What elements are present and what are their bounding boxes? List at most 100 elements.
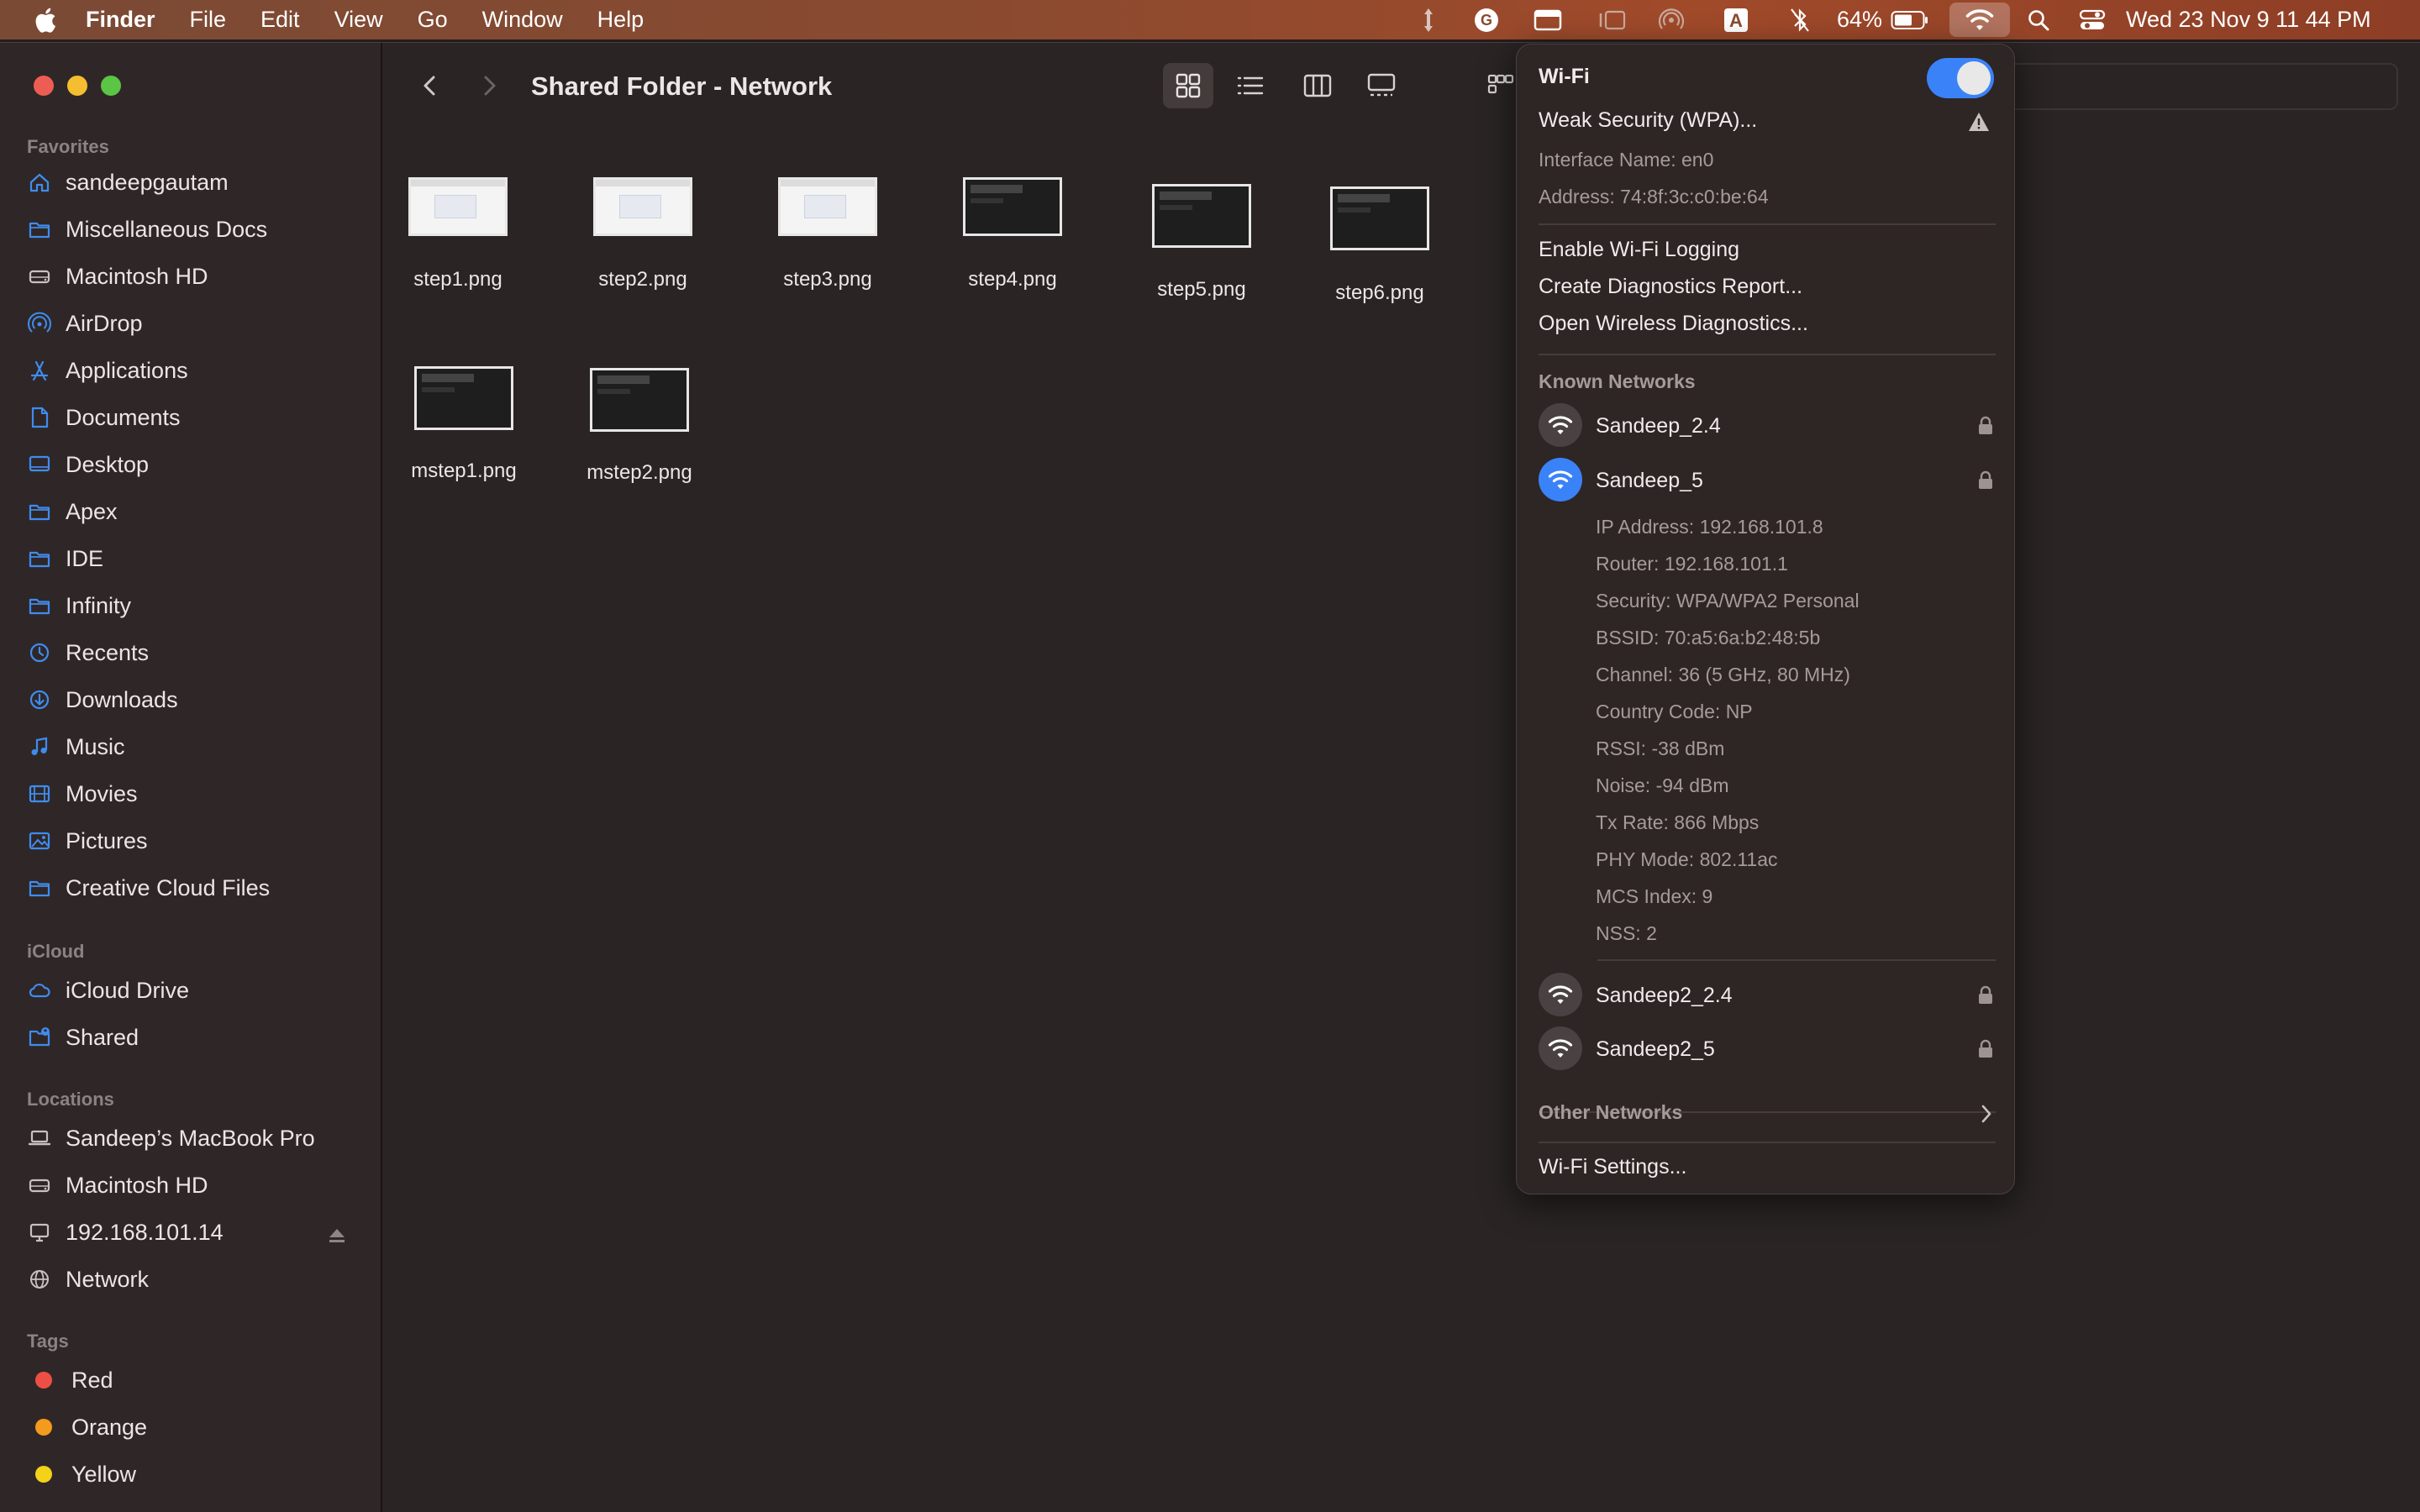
file-name: mstep2.png	[587, 461, 692, 484]
sidebar-item-movies[interactable]: Movies	[27, 777, 363, 811]
file-item[interactable]: step1.png	[374, 177, 542, 291]
tag-color-dot	[35, 1466, 52, 1483]
folder-icon	[27, 593, 52, 618]
file-item[interactable]: step3.png	[744, 177, 912, 291]
sidebar-item-shared[interactable]: Shared	[27, 1021, 363, 1054]
menu-file[interactable]: File	[190, 7, 227, 33]
file-item[interactable]: step6.png	[1296, 186, 1464, 305]
menu-go[interactable]: Go	[418, 7, 448, 33]
sidebar-item-192-168-101-14[interactable]: 192.168.101.14	[27, 1215, 363, 1249]
wireless-diagnostics-item[interactable]: Open Wireless Diagnostics...	[1539, 312, 1808, 336]
sidebar-item-label: Miscellaneous Docs	[66, 216, 268, 242]
network-detail-line: BSSID: 70:a5:6a:b2:48:5b	[1596, 627, 1821, 648]
menu-clock[interactable]: Wed 23 Nov 9 11 44 PM	[2126, 0, 2403, 39]
file-name: step1.png	[413, 268, 502, 291]
minimize-window-button[interactable]	[67, 76, 87, 96]
network-detail-line: MCS Index: 9	[1596, 885, 1713, 907]
tag-orange[interactable]: Orange	[27, 1410, 363, 1444]
icon-view-button[interactable]	[1163, 63, 1213, 108]
close-window-button[interactable]	[34, 76, 54, 96]
resize-arrows-icon[interactable]	[1416, 0, 1441, 39]
chevron-left-icon	[424, 76, 435, 96]
sidebar-item-icloud-drive[interactable]: iCloud Drive	[27, 974, 363, 1007]
sidebar-item-macintosh-hd[interactable]: Macintosh HD	[27, 260, 363, 293]
spotlight-search-icon[interactable]	[2023, 0, 2054, 39]
window-icon[interactable]	[1532, 0, 1564, 39]
other-networks-item[interactable]: Other Networks	[1539, 1101, 1682, 1124]
warning-icon	[1969, 113, 1989, 131]
wifi-menu-icon[interactable]	[1949, 3, 2010, 37]
zoom-window-button[interactable]	[101, 76, 121, 96]
shared-folder-icon	[27, 1025, 52, 1050]
applications-icon	[27, 358, 52, 383]
input-source-icon[interactable]: A	[1719, 0, 1753, 39]
globe-icon	[27, 1267, 52, 1292]
battery-icon[interactable]	[1889, 0, 1931, 39]
cloud-icon	[27, 978, 52, 1003]
lock-icon	[1977, 416, 1994, 436]
stage-manager-icon[interactable]	[1596, 0, 1628, 39]
network-detail-line: IP Address: 192.168.101.8	[1596, 516, 1823, 538]
file-item[interactable]: mstep2.png	[555, 368, 723, 485]
sidebar-item-macintosh-hd[interactable]: Macintosh HD	[27, 1168, 363, 1202]
sidebar-item-sandeep-s-macbook-pro[interactable]: Sandeep’s MacBook Pro	[27, 1121, 363, 1155]
sidebar-heading-icloud: iCloud	[27, 941, 85, 962]
file-item[interactable]: mstep1.png	[380, 366, 548, 483]
wifi-signal-icon	[1539, 973, 1582, 1016]
diagnostics-report-item[interactable]: Create Diagnostics Report...	[1539, 275, 1802, 299]
sidebar-item-documents[interactable]: Documents	[27, 401, 363, 434]
eject-icon[interactable]	[328, 1224, 346, 1242]
file-item[interactable]: step2.png	[559, 177, 727, 291]
gallery-view-button[interactable]	[1356, 63, 1407, 108]
list-view-button[interactable]	[1225, 63, 1276, 108]
sidebar-item-airdrop[interactable]: AirDrop	[27, 307, 363, 340]
sidebar-item-ide[interactable]: IDE	[27, 542, 363, 575]
tag-red[interactable]: Red	[27, 1363, 363, 1397]
menu-window[interactable]: Window	[482, 7, 563, 33]
forward-button[interactable]	[464, 63, 514, 108]
grammarly-icon[interactable]: G	[1471, 0, 1502, 39]
group-grid-icon	[1487, 74, 1514, 94]
sidebar-item-downloads[interactable]: Downloads	[27, 683, 363, 717]
file-item[interactable]: step5.png	[1118, 184, 1286, 302]
enable-logging-item[interactable]: Enable Wi-Fi Logging	[1539, 238, 1739, 262]
airplay-audio-icon[interactable]	[1656, 0, 1686, 39]
apple-logo-icon[interactable]	[32, 6, 57, 34]
file-item[interactable]: step4.png	[929, 177, 1097, 291]
laptop-icon	[27, 1126, 52, 1151]
back-button[interactable]	[405, 63, 455, 108]
sidebar-item-recents[interactable]: Recents	[27, 636, 363, 669]
toggle-knob	[1957, 61, 1991, 95]
sidebar-item-music[interactable]: Music	[27, 730, 363, 764]
sidebar-item-applications[interactable]: Applications	[27, 354, 363, 387]
sidebar-item-network[interactable]: Network	[27, 1263, 363, 1296]
sidebar-item-creative-cloud-files[interactable]: Creative Cloud Files	[27, 871, 363, 905]
sidebar-item-label: Pictures	[66, 827, 148, 853]
separator	[1539, 223, 1996, 225]
sidebar-item-sandeepgautam[interactable]: sandeepgautam	[27, 165, 363, 199]
clock-icon	[27, 640, 52, 665]
chevron-right-icon[interactable]	[1979, 1103, 1994, 1125]
weak-security-item[interactable]: Weak Security (WPA)...	[1539, 108, 1757, 133]
wifi-toggle[interactable]	[1927, 58, 1994, 98]
sidebar-item-pictures[interactable]: Pictures	[27, 824, 363, 858]
tag-yellow[interactable]: Yellow	[27, 1457, 363, 1491]
sidebar-item-desktop[interactable]: Desktop	[27, 448, 363, 481]
menu-edit[interactable]: Edit	[260, 7, 300, 33]
menu-help[interactable]: Help	[597, 7, 644, 33]
bluetooth-off-icon[interactable]	[1786, 0, 1814, 39]
menu-app-name[interactable]: Finder	[86, 7, 155, 33]
sidebar-item-infinity[interactable]: Infinity	[27, 589, 363, 622]
menu-view[interactable]: View	[334, 7, 383, 33]
sidebar-item-miscellaneous-docs[interactable]: Miscellaneous Docs	[27, 213, 363, 246]
search-field[interactable]	[1983, 63, 2398, 110]
network-detail-line: RSSI: -38 dBm	[1596, 738, 1725, 759]
file-thumbnail	[778, 177, 877, 236]
battery-percent[interactable]: 64%	[1836, 0, 1883, 39]
file-thumbnail	[414, 366, 513, 430]
column-view-button[interactable]	[1292, 63, 1343, 108]
control-center-icon[interactable]	[2077, 0, 2107, 39]
wifi-settings-item[interactable]: Wi-Fi Settings...	[1539, 1155, 1686, 1179]
sidebar-item-apex[interactable]: Apex	[27, 495, 363, 528]
sidebar-item-label: Shared	[66, 1024, 139, 1050]
